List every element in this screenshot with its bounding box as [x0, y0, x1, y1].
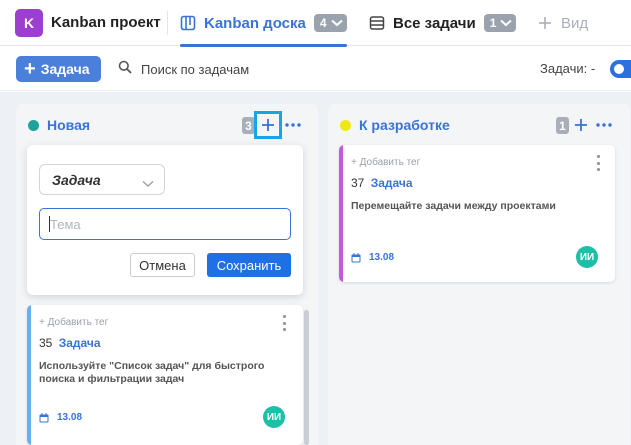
save-button[interactable]: Сохранить — [207, 253, 291, 277]
column-more-button[interactable] — [594, 114, 614, 136]
task-card[interactable]: + Добавить тег 37 Задача Перемещайте зад… — [339, 145, 615, 282]
plus-icon — [537, 15, 553, 31]
tab-add-view[interactable]: Вид — [537, 0, 588, 46]
card-type: Задача — [58, 336, 101, 350]
column-add-task-button[interactable] — [570, 114, 592, 136]
count-value: 4 — [319, 16, 327, 30]
avatar[interactable]: ИИ — [263, 406, 285, 428]
card-menu-button[interactable] — [279, 315, 289, 331]
column-header: К разработке 1 — [328, 104, 630, 146]
column-add-task-button[interactable] — [254, 111, 282, 139]
card-description: Используйте "Список задач" для быстрого … — [39, 360, 265, 385]
kanban-board-icon — [180, 15, 196, 31]
project-badge[interactable]: K — [15, 9, 43, 37]
add-task-label: Задача — [40, 61, 90, 77]
column-title: К разработке — [359, 117, 450, 133]
column-count: 3 — [242, 117, 255, 134]
chevron-down-icon — [330, 19, 343, 27]
card-number: 37 — [351, 176, 365, 190]
task-type-value: Задача — [52, 171, 101, 188]
tab-all-tasks[interactable]: Все задачи 1 — [369, 0, 517, 46]
chevron-down-icon — [142, 175, 154, 193]
tab-kanban-board[interactable]: Kanban доска 4 — [180, 0, 347, 47]
card-number: 35 — [39, 336, 53, 350]
plus-icon: + — [24, 58, 36, 80]
task-card[interactable]: + Добавить тег 35 Задача Используйте "Сп… — [27, 305, 303, 445]
list-icon — [369, 15, 385, 31]
card-date-value: 13.08 — [57, 412, 83, 423]
chevron-down-icon — [500, 19, 513, 27]
column-header: Новая 3 — [16, 104, 318, 146]
column-title: Новая — [47, 117, 91, 133]
card-date-value: 13.08 — [369, 252, 395, 263]
card-stripe — [339, 145, 343, 282]
more-horizontal-icon — [596, 123, 612, 127]
top-navigation: K Kanban проект Kanban доска 4 Все задач… — [0, 0, 631, 47]
card-title[interactable]: 35 Задача — [39, 336, 101, 350]
plus-icon — [262, 119, 274, 131]
status-dot — [340, 120, 351, 131]
add-task-button[interactable]: + Задача — [16, 56, 101, 82]
search-icon — [118, 60, 132, 79]
tab-add-view-label: Вид — [561, 14, 589, 32]
calendar-icon — [351, 252, 361, 263]
card-title[interactable]: 37 Задача — [351, 176, 413, 190]
cancel-button[interactable]: Отмена — [130, 253, 195, 277]
card-stripe — [27, 305, 31, 445]
avatar[interactable]: ИИ — [576, 246, 598, 268]
tab-kanban-board-count[interactable]: 4 — [313, 14, 347, 32]
tab-all-tasks-label: Все задачи — [393, 14, 476, 32]
add-tag-link[interactable]: + Добавить тег — [39, 317, 108, 328]
toggle-knob — [614, 64, 624, 74]
quick-add-form: Задача Отмена Сохранить — [27, 145, 303, 295]
search-input[interactable]: Поиск по задачам — [141, 62, 249, 77]
kanban-app: K Kanban проект Kanban доска 4 Все задач… — [0, 0, 631, 445]
card-type: Задача — [370, 176, 413, 190]
text-caret — [49, 216, 50, 232]
project-name[interactable]: Kanban проект — [51, 14, 161, 31]
tab-kanban-board-label: Kanban доска — [204, 14, 306, 32]
plus-icon — [575, 119, 587, 131]
task-type-select[interactable]: Задача — [39, 164, 165, 195]
subject-input[interactable] — [39, 208, 291, 240]
column-count: 1 — [556, 117, 569, 134]
status-dot — [28, 120, 39, 131]
card-due-date[interactable]: 13.08 — [351, 252, 394, 263]
add-tag-link[interactable]: + Добавить тег — [351, 157, 420, 168]
toolbar: + Задача Поиск по задачам Задачи: - — [0, 47, 631, 91]
card-menu-button[interactable] — [593, 155, 603, 171]
tasks-filter-label: Задачи: - — [540, 61, 596, 76]
card-due-date[interactable]: 13.08 — [39, 412, 82, 423]
divider — [167, 11, 168, 35]
more-horizontal-icon — [285, 123, 301, 127]
column-scrollbar[interactable] — [304, 310, 309, 445]
search-field[interactable]: Поиск по задачам — [118, 60, 249, 79]
calendar-icon — [39, 412, 49, 423]
count-value: 1 — [489, 16, 497, 30]
tab-all-tasks-count[interactable]: 1 — [483, 14, 517, 32]
card-description: Перемещайте задачи между проектами — [351, 200, 556, 212]
column-more-button[interactable] — [283, 114, 303, 136]
tasks-toggle[interactable] — [610, 60, 631, 78]
